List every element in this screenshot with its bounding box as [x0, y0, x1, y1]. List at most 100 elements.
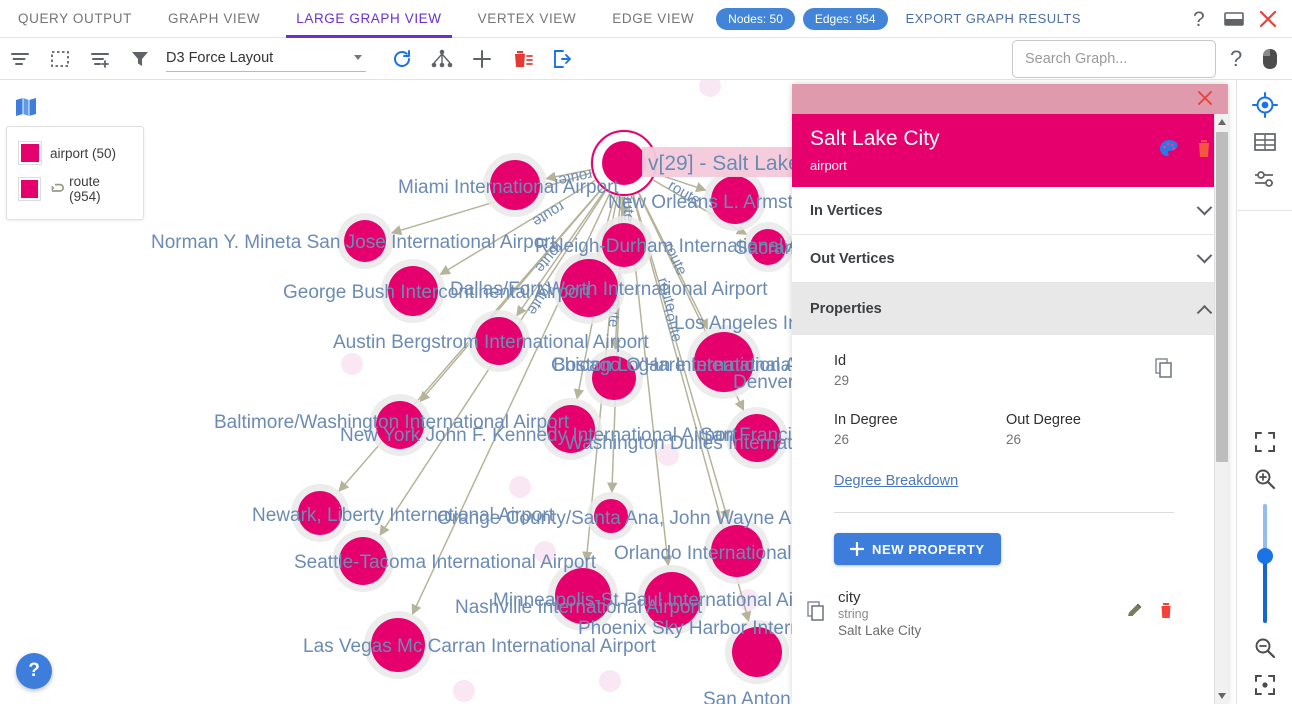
focus-target-icon[interactable] — [1237, 86, 1292, 123]
zoom-out-icon[interactable] — [1237, 629, 1292, 666]
property-name: city — [838, 589, 921, 606]
minimize-icon[interactable] — [1224, 11, 1244, 27]
out-degree-label: Out Degree — [1006, 412, 1178, 428]
degree-row: In Degree 26 Out Degree 26 — [834, 412, 1210, 447]
node-label: Seattle-Tacoma International Airport — [294, 552, 597, 573]
scroll-up-arrow-icon[interactable] — [1218, 119, 1226, 125]
refresh-icon[interactable] — [382, 38, 422, 80]
plus-icon[interactable] — [462, 38, 502, 80]
panel-subtitle: airport — [810, 158, 940, 173]
layout-select[interactable]: D3 Force Layout — [166, 46, 366, 72]
table-icon[interactable] — [1237, 123, 1292, 160]
help-icon[interactable]: ? — [1190, 8, 1210, 30]
select-box-icon[interactable] — [40, 38, 80, 80]
chevron-down-icon — [354, 55, 362, 60]
accordion-out-vertices[interactable]: Out Vertices — [792, 235, 1228, 283]
tab-query-output[interactable]: QUERY OUTPUT — [0, 0, 150, 38]
node-label: Austin Bergstrom International Airport — [333, 332, 649, 353]
top-tab-bar: QUERY OUTPUT GRAPH VIEW LARGE GRAPH VIEW… — [0, 0, 1292, 38]
zoom-slider[interactable] — [1263, 504, 1267, 624]
accordion-properties[interactable]: Properties — [792, 283, 1228, 335]
node-label: Miami International Airport — [398, 177, 619, 198]
rail-divider — [1237, 210, 1292, 211]
accordion-label-out-vertices: Out Vertices — [810, 251, 895, 267]
add-filter-icon[interactable] — [80, 38, 120, 80]
accordion-in-vertices[interactable]: In Vertices — [792, 187, 1228, 235]
panel-scroll-thumb[interactable] — [1216, 132, 1228, 462]
zoom-slider-knob[interactable] — [1257, 548, 1273, 564]
sliders-icon[interactable] — [1237, 161, 1292, 198]
trash-icon[interactable] — [1158, 602, 1174, 625]
node-label: Norman Y. Mineta San Jose International … — [151, 232, 557, 253]
legend-swatch-route — [19, 178, 40, 200]
legend-label-route-wrap: route (954) — [49, 174, 131, 204]
edge-arrow-icon — [49, 181, 65, 198]
chevron-up-icon — [1197, 305, 1213, 321]
close-icon[interactable] — [1196, 89, 1214, 110]
pencil-icon[interactable] — [1126, 602, 1144, 625]
panel-scrollbar[interactable] — [1214, 114, 1228, 704]
mouse-icon[interactable] — [1260, 47, 1280, 71]
tab-large-graph-view[interactable]: LARGE GRAPH VIEW — [278, 0, 459, 38]
copy-icon[interactable] — [1154, 357, 1174, 384]
property-value: Salt Lake City — [838, 623, 921, 638]
page-title: Salt Lake City — [810, 126, 940, 152]
selected-node-tooltip: v[29] - Salt Lake — [648, 152, 800, 175]
scroll-down-arrow-icon[interactable] — [1218, 693, 1226, 699]
map-icon[interactable] — [14, 96, 38, 123]
in-degree-label: In Degree — [834, 412, 1006, 428]
graph-toolbar: D3 Force Layout — [0, 38, 1292, 80]
trash-icon[interactable] — [1194, 138, 1214, 165]
tab-graph-view[interactable]: GRAPH VIEW — [150, 0, 278, 38]
edges-count-chip[interactable]: Edges: 954 — [803, 8, 888, 30]
help-icon[interactable]: ? — [1228, 47, 1248, 71]
node-label: Dallas/Fort Worth International Airport — [450, 279, 768, 300]
fit-screen-icon[interactable] — [1237, 423, 1292, 460]
close-icon[interactable] — [1258, 9, 1278, 29]
legend-swatch-airport — [19, 142, 41, 164]
help-fab-button[interactable]: ? — [16, 653, 52, 689]
export-graph-results-button[interactable]: EXPORT GRAPH RESULTS — [906, 11, 1081, 26]
legend-panel: airport (50) route (954) — [6, 126, 144, 220]
property-item-city: city string Salt Lake City — [806, 589, 1210, 638]
funnel-icon[interactable] — [120, 38, 160, 80]
property-type: string — [838, 607, 921, 621]
property-item-text: city string Salt Lake City — [838, 589, 921, 638]
new-property-button[interactable]: NEW PROPERTY — [834, 533, 1001, 565]
legend-label-airport: airport (50) — [50, 146, 116, 161]
layout-select-value: D3 Force Layout — [166, 50, 273, 66]
in-degree-value: 26 — [834, 432, 1006, 447]
legend-item-route[interactable]: route (954) — [15, 169, 135, 209]
export-icon[interactable] — [542, 38, 582, 80]
help-fab-label: ? — [28, 660, 40, 682]
nodes-count-chip[interactable]: Nodes: 50 — [716, 8, 795, 30]
panel-top-strip — [792, 84, 1228, 114]
node-label: Orange County/Santa Ana, John Wayne Airp… — [437, 508, 835, 529]
vertex-detail-panel: Salt Lake City airport — [792, 84, 1228, 704]
svg-text:?: ? — [1193, 8, 1205, 30]
legend-item-airport[interactable]: airport (50) — [15, 137, 135, 169]
chevron-down-icon — [1197, 248, 1213, 264]
center-focus-icon[interactable] — [1237, 667, 1292, 704]
tab-edge-view[interactable]: EDGE VIEW — [594, 0, 712, 38]
out-degree-value: 26 — [1006, 432, 1178, 447]
toolbar-right-group: ? — [1012, 40, 1292, 78]
zoom-in-icon[interactable] — [1237, 460, 1292, 497]
in-degree-block: In Degree 26 — [834, 412, 1006, 447]
node-label: Nashville International Airport — [455, 597, 703, 618]
properties-body: Id 29 In Degree 26 Out Degree 26 — [792, 335, 1228, 638]
zoom-slider-track-lower — [1263, 556, 1267, 624]
delete-list-icon[interactable] — [502, 38, 542, 80]
node-label: Las Vegas Mc Carran International Airpor… — [303, 636, 656, 657]
divider — [834, 512, 1174, 513]
search-input[interactable] — [1012, 40, 1216, 78]
copy-icon[interactable] — [806, 600, 826, 627]
degree-breakdown-link[interactable]: Degree Breakdown — [834, 473, 958, 489]
plus-icon — [850, 542, 864, 556]
legend-label-route: route (954) — [69, 174, 131, 204]
tab-vertex-view[interactable]: VERTEX VIEW — [460, 0, 595, 38]
palette-icon[interactable] — [1158, 138, 1180, 165]
panel-header-actions — [1158, 138, 1214, 165]
filter-lines-icon[interactable] — [0, 38, 40, 80]
hierarchy-icon[interactable] — [422, 38, 462, 80]
